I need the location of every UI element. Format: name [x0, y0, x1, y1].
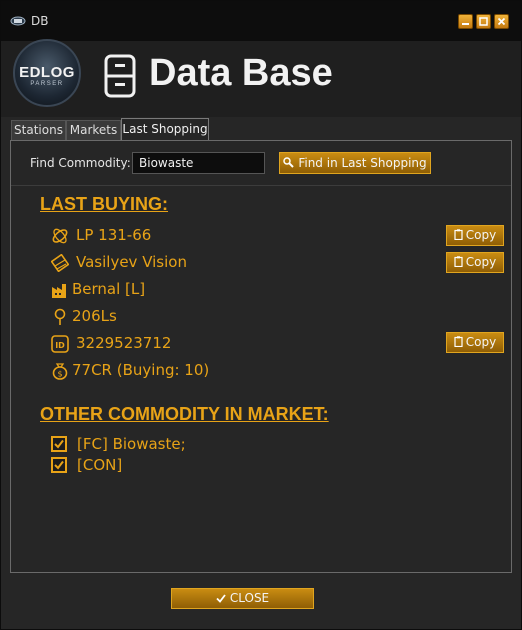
tab-markets[interactable]: Markets: [66, 120, 121, 140]
app-icon: [10, 16, 26, 26]
station-row: LP 131-66: [51, 225, 503, 247]
system-row: Vasilyev Vision: [51, 252, 503, 274]
commodity-label: [FC] Biowaste;: [77, 435, 186, 453]
id-icon: ID: [51, 335, 69, 353]
edlog-logo: EDLOG PARSER: [13, 39, 81, 107]
other-commodity-heading: OTHER COMMODITY IN MARKET:: [40, 404, 329, 424]
checkmark-icon: [216, 594, 226, 603]
close-icon: [497, 17, 506, 26]
factory-icon: [52, 284, 66, 298]
page-title: Data Base: [149, 52, 333, 94]
close-button-label: CLOSE: [229, 591, 270, 605]
find-in-last-shopping-button[interactable]: Find in Last Shopping: [279, 152, 431, 174]
minimize-icon: [462, 23, 469, 25]
money-bag-icon: $: [52, 363, 68, 380]
price-row: $ 77CR (Buying: 10): [51, 360, 351, 382]
commodity-checkbox[interactable]: [51, 436, 67, 452]
distance-value: 206Ls: [72, 307, 117, 325]
distance-row: 206Ls: [51, 306, 351, 328]
close-button[interactable]: CLOSE: [171, 588, 314, 609]
clipboard-icon: [454, 229, 463, 240]
clipboard-icon: [454, 336, 463, 347]
checkmark-icon: [54, 460, 64, 470]
station-name: LP 131-66: [76, 226, 152, 244]
last-buying-heading: LAST BUYING:: [40, 194, 168, 214]
last-shopping-panel: Find Commodity: Find in Last Shopping LA…: [10, 140, 512, 573]
body-row: Bernal [L]: [51, 279, 351, 301]
market-id-value: 3229523712: [76, 334, 172, 352]
maximize-icon: [479, 17, 488, 26]
find-commodity-input[interactable]: [132, 152, 265, 174]
find-commodity-row: Find Commodity: Find in Last Shopping: [11, 141, 511, 186]
window-title: DB: [31, 14, 49, 28]
svg-text:ID: ID: [55, 341, 65, 350]
logo-subtext: PARSER: [30, 81, 64, 87]
system-icon: [51, 254, 69, 272]
db-window: DB EDLOG PARSER Data Base Stations Marke…: [0, 0, 522, 630]
commodity-checkbox-row[interactable]: [CON]: [51, 456, 351, 474]
copy-label: Copy: [465, 255, 497, 269]
body-name: Bernal [L]: [72, 280, 146, 298]
market-id-row: ID 3229523712: [51, 333, 503, 355]
close-window-button[interactable]: [494, 14, 509, 29]
search-icon: [283, 157, 295, 168]
clipboard-icon: [454, 256, 463, 267]
file-cabinet-icon: [104, 54, 136, 98]
find-button-label: Find in Last Shopping: [298, 156, 427, 170]
commodity-checkbox-row[interactable]: [FC] Biowaste;: [51, 435, 351, 453]
tab-stations[interactable]: Stations: [11, 120, 66, 140]
copy-label: Copy: [465, 335, 497, 349]
title-bar[interactable]: DB: [1, 1, 521, 41]
copy-station-button[interactable]: Copy: [446, 225, 504, 246]
price-value: 77CR (Buying: 10): [72, 361, 210, 379]
tab-last-shopping[interactable]: Last Shopping: [121, 118, 209, 140]
svg-text:$: $: [57, 370, 62, 379]
maximize-button[interactable]: [476, 14, 491, 29]
commodity-checkbox[interactable]: [51, 457, 67, 473]
checkmark-icon: [54, 439, 64, 449]
copy-label: Copy: [465, 228, 497, 242]
station-icon: [52, 228, 68, 244]
logo-text: EDLOG: [19, 64, 75, 81]
find-commodity-label: Find Commodity:: [30, 156, 131, 170]
copy-system-button[interactable]: Copy: [446, 252, 504, 273]
system-name: Vasilyev Vision: [76, 253, 187, 271]
location-pin-icon: [54, 308, 66, 325]
commodity-label: [CON]: [77, 456, 123, 474]
minimize-button[interactable]: [458, 14, 473, 29]
copy-market-id-button[interactable]: Copy: [446, 332, 504, 353]
